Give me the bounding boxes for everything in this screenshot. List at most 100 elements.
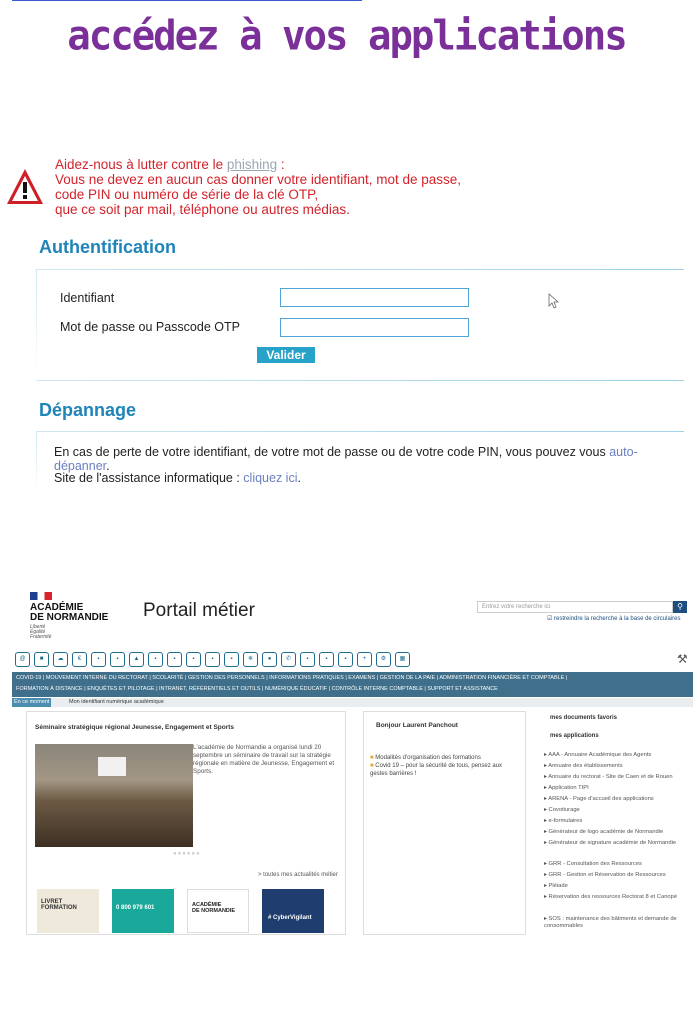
app-link[interactable]: ▸ Application TIPI bbox=[544, 785, 684, 792]
username-input[interactable] bbox=[280, 288, 469, 307]
phishing-link[interactable]: phishing bbox=[227, 157, 277, 172]
restrict-search-checkbox[interactable]: ☑ restreindre la recherche à la base de … bbox=[547, 615, 680, 622]
app-icon-10[interactable]: ▪ bbox=[186, 652, 201, 667]
app-shortcut-bar: @ ■ ☁ € ▪ ▪ ▲ ▪ ▪ ▪ ▪ ▪ ❄ ● ✆ ▪ ▪ ▪ + ⚙ … bbox=[15, 652, 410, 667]
warning-line-1: Aidez-nous à lutter contre le bbox=[55, 157, 227, 172]
greeting-panel: Bonjour Laurent Panchout ■ Modalités d'o… bbox=[363, 711, 526, 935]
portal-title: Portail métier bbox=[143, 600, 255, 621]
app-link[interactable]: ▸ GRR - Gestion et Réservation de Ressou… bbox=[544, 872, 684, 879]
contacts-app-icon[interactable]: ■ bbox=[34, 652, 49, 667]
self-help-line: En cas de perte de votre identifiant, de… bbox=[54, 445, 693, 473]
mail-app-icon[interactable]: @ bbox=[15, 652, 30, 667]
favorites-heading[interactable]: mes documents favoris bbox=[550, 715, 617, 721]
academy-name: ACADÉMIE DE NORMANDIE bbox=[30, 603, 108, 623]
info-item-1-text: Modalités d'organisation des formations bbox=[375, 755, 481, 761]
username-label: Identifiant bbox=[60, 291, 115, 305]
phone-app-icon[interactable]: ✆ bbox=[281, 652, 296, 667]
news-title[interactable]: Séminaire stratégique régional Jeunesse,… bbox=[35, 724, 234, 731]
restrict-search-label: restreindre la recherche à la base de ci… bbox=[554, 616, 681, 622]
app-link[interactable]: ▸ Pléiade bbox=[544, 883, 684, 890]
gear-app-icon[interactable]: ⚙ bbox=[376, 652, 391, 667]
help-panel-border-top bbox=[36, 431, 684, 432]
app-icon-6[interactable]: ▪ bbox=[110, 652, 125, 667]
help-panel-border-left bbox=[36, 431, 37, 496]
info-item-1[interactable]: ■ Modalités d'organisation des formation… bbox=[370, 754, 520, 762]
app-icon-14[interactable]: ● bbox=[262, 652, 277, 667]
plus-app-icon[interactable]: + bbox=[357, 652, 372, 667]
page-banner-title: accédez à vos applications bbox=[67, 12, 627, 61]
password-input[interactable] bbox=[280, 318, 469, 337]
tile3-line-2: DE NORMANDIE bbox=[192, 908, 236, 914]
app-icon-16[interactable]: ▪ bbox=[300, 652, 315, 667]
menu-line-1[interactable]: COVID-19 | MOUVEMENT INTERNE DU RECTORAT… bbox=[16, 675, 567, 681]
app-icon-7[interactable]: ▲ bbox=[129, 652, 144, 667]
tools-icon[interactable]: ⚒ bbox=[677, 652, 688, 666]
app-link[interactable]: ▸ ARENA - Page d'accueil des application… bbox=[544, 796, 684, 803]
info-bullet-2: ■ bbox=[370, 763, 374, 769]
menu-line-2[interactable]: FORMATION À DISTANCE | ENQUÊTES ET PILOT… bbox=[16, 686, 498, 692]
apps-heading[interactable]: mes applications bbox=[550, 733, 599, 739]
news-text: L'académie de Normandie a organisé lundi… bbox=[193, 744, 335, 775]
app-link[interactable]: ▸ Générateur de signature académie de No… bbox=[544, 840, 684, 847]
warning-colon: : bbox=[277, 157, 285, 172]
app-icon-13[interactable]: ❄ bbox=[243, 652, 258, 667]
app-icon-11[interactable]: ▪ bbox=[205, 652, 220, 667]
cybervigilant-tile[interactable]: # CyberVigilant bbox=[262, 889, 324, 933]
auth-panel-border-top bbox=[36, 269, 684, 270]
all-news-link[interactable]: > toutes mes actualités métier bbox=[258, 872, 338, 878]
motto-line-3: Fraternité bbox=[30, 634, 52, 640]
app-icon-9[interactable]: ▪ bbox=[167, 652, 182, 667]
news-panel: Séminaire stratégique régional Jeunesse,… bbox=[26, 711, 346, 935]
warning-line-2: Vous ne devez en aucun cas donner votre … bbox=[55, 172, 462, 187]
republic-motto: Liberté Égalité Fraternité bbox=[30, 625, 51, 640]
app-link[interactable]: ▸ Réservation des ressources Rectorat 8 … bbox=[544, 894, 684, 901]
troubleshooting-title: Dépannage bbox=[39, 400, 137, 420]
auth-title: Authentification bbox=[39, 237, 176, 257]
app-link[interactable]: ▸ AAA - Annuaire Académique des Agents bbox=[544, 752, 684, 759]
auth-panel-border-bottom bbox=[36, 380, 684, 381]
portal-search-input[interactable]: Entrez votre recherche ici bbox=[477, 601, 673, 613]
info-item-2[interactable]: ■ Covid 19 – pour la sécurité de tous, p… bbox=[370, 762, 520, 778]
app-link[interactable]: ▸ Annuaire des établissements bbox=[544, 763, 684, 770]
app-icon-12[interactable]: ▪ bbox=[224, 652, 239, 667]
portal-main-menu: COVID-19 | MOUVEMENT INTERNE DU RECTORAT… bbox=[12, 672, 693, 697]
self-help-text: En cas de perte de votre identifiant, de… bbox=[54, 445, 610, 459]
euro-app-icon[interactable]: € bbox=[72, 652, 87, 667]
news-photo[interactable] bbox=[35, 744, 193, 847]
greeting-text: Bonjour Laurent Panchout bbox=[376, 722, 458, 729]
support-line: Site de l'assistance informatique : cliq… bbox=[54, 471, 301, 485]
app-link[interactable]: ▸ SOS : maintenance des bâtiments et dem… bbox=[544, 916, 684, 930]
support-period: . bbox=[297, 471, 301, 485]
now-tag: En ce moment bbox=[12, 698, 52, 707]
tile1-line-2: FORMATION bbox=[41, 905, 77, 911]
warning-line-4: que ce soit par mail, téléphone ou autre… bbox=[55, 202, 350, 217]
app-link[interactable]: ▸ e-formulaires bbox=[544, 818, 684, 825]
calculator-app-icon[interactable]: ▦ bbox=[395, 652, 410, 667]
top-link[interactable] bbox=[12, 0, 362, 3]
app-link[interactable]: ▸ Annuaire du rectorat - Site de Caen et… bbox=[544, 774, 684, 781]
favorites-panel: mes documents favoris mes applications ▸… bbox=[538, 711, 693, 935]
warning-icon bbox=[7, 169, 43, 204]
now-text[interactable]: Mon identifiant numérique académique bbox=[69, 698, 164, 707]
cloud-app-icon[interactable]: ☁ bbox=[53, 652, 68, 667]
app-link[interactable]: ▸ GRR - Consultation des Ressources bbox=[544, 861, 684, 868]
app-icon-17[interactable]: ▪ bbox=[319, 652, 334, 667]
app-icon-8[interactable]: ▪ bbox=[148, 652, 163, 667]
support-link[interactable]: cliquez ici bbox=[243, 471, 297, 485]
portal-search-icon[interactable]: ⚲ bbox=[673, 601, 687, 613]
app-link[interactable]: ▸ Générateur de logo académie de Normand… bbox=[544, 829, 684, 836]
academy-logo-tile[interactable]: ACADÉMIE DE NORMANDIE bbox=[187, 889, 249, 933]
submit-button[interactable]: Valider bbox=[257, 347, 315, 363]
warning-line-3: code PIN ou numéro de série de la clé OT… bbox=[55, 187, 319, 202]
helpline-tile[interactable]: 0 800 979 601 bbox=[112, 889, 174, 933]
support-text: Site de l'assistance informatique : bbox=[54, 471, 244, 485]
app-icon-5[interactable]: ▪ bbox=[91, 652, 106, 667]
auth-panel-border-left bbox=[36, 269, 37, 379]
info-bullet-1: ■ bbox=[370, 755, 374, 761]
app-icon-18[interactable]: ▪ bbox=[338, 652, 353, 667]
training-booklet-tile[interactable]: LIVRET FORMATION bbox=[37, 889, 99, 933]
portal-preview: ACADÉMIE DE NORMANDIE Liberté Égalité Fr… bbox=[12, 585, 693, 935]
carousel-dots[interactable]: ●●●●●● bbox=[173, 851, 201, 857]
app-link[interactable]: ▸ Covoiturage bbox=[544, 807, 684, 814]
password-label: Mot de passe ou Passcode OTP bbox=[60, 320, 240, 334]
